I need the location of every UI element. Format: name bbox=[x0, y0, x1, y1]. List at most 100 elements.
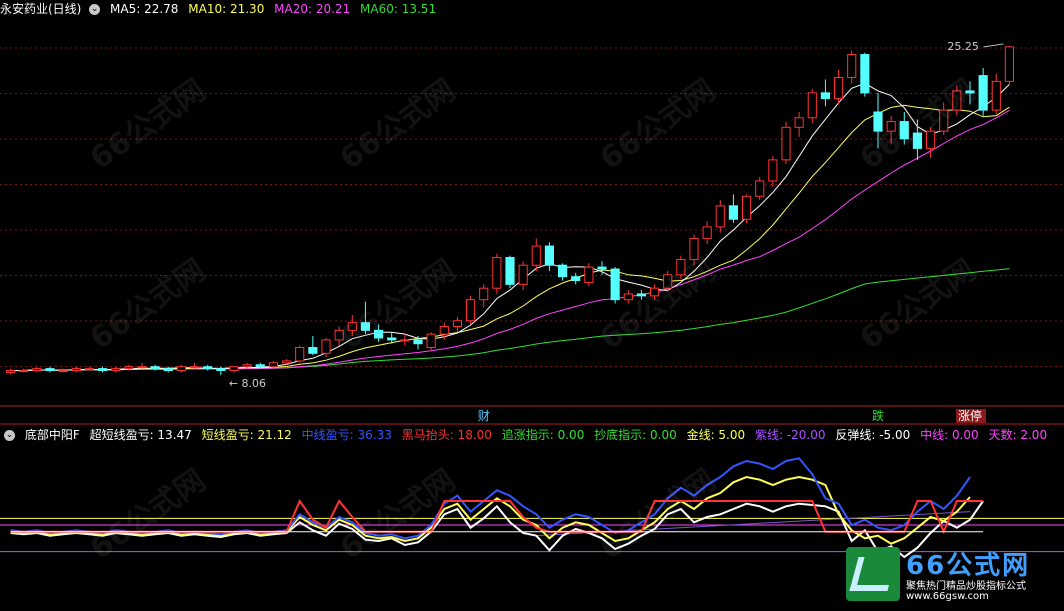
candle-body bbox=[781, 126, 791, 161]
candle bbox=[518, 261, 528, 291]
candle-body bbox=[19, 370, 29, 373]
candle bbox=[505, 255, 515, 289]
candle-body bbox=[84, 368, 95, 371]
candle bbox=[794, 112, 804, 137]
candle-body bbox=[689, 237, 699, 260]
candle bbox=[728, 194, 739, 224]
candle bbox=[203, 364, 213, 371]
candle bbox=[991, 73, 1001, 114]
chevron-down-icon[interactable]: ⌄ bbox=[4, 430, 15, 441]
candle-body bbox=[176, 366, 187, 372]
candle bbox=[531, 238, 541, 271]
candle bbox=[150, 364, 160, 371]
candle-body bbox=[71, 368, 81, 372]
candlesticks bbox=[5, 45, 1015, 376]
candle bbox=[492, 253, 502, 294]
candle-body bbox=[295, 347, 305, 362]
candle-body bbox=[5, 370, 16, 373]
candle-body bbox=[768, 159, 778, 182]
candle bbox=[308, 336, 318, 356]
ind-item-1: 短线盈亏: 21.12 bbox=[201, 428, 292, 442]
candle-body bbox=[400, 339, 410, 342]
candle bbox=[676, 255, 686, 279]
candle-body bbox=[439, 325, 449, 335]
ind-item-7: 紫线: -20.00 bbox=[754, 428, 826, 442]
candle-body bbox=[492, 257, 502, 289]
candle bbox=[571, 272, 581, 285]
candle-body bbox=[137, 366, 147, 369]
candle-body bbox=[952, 90, 962, 111]
site-logo: 66公式网 聚焦热门精品炒股指标公式 www.66gsw.com bbox=[846, 543, 1058, 605]
ind-item-0: 超短线盈亏: 13.47 bbox=[89, 428, 192, 442]
candle-body bbox=[584, 266, 594, 283]
candle bbox=[689, 234, 699, 266]
logo-url: www.66gsw.com bbox=[906, 591, 989, 602]
candle bbox=[715, 200, 725, 233]
candle-body bbox=[413, 339, 423, 345]
candle bbox=[807, 89, 817, 124]
logo-subtitle: 聚焦热门精品炒股指标公式 bbox=[906, 581, 1026, 592]
candle bbox=[400, 334, 410, 346]
candle bbox=[939, 102, 949, 135]
candle bbox=[702, 221, 712, 245]
candle-body bbox=[360, 322, 371, 331]
ma10-label: MA10: 21.30 bbox=[188, 2, 265, 16]
indicator-header: ⌄ 底部中阳F 超短线盈亏: 13.47 短线盈亏: 21.12 中线盈亏: 3… bbox=[2, 427, 1053, 443]
candle-body bbox=[387, 337, 397, 341]
candle bbox=[32, 366, 42, 373]
ind-item-3: 黑马抬头: 18.00 bbox=[401, 428, 492, 442]
candle-body bbox=[636, 293, 647, 297]
candle-body bbox=[58, 370, 68, 373]
ma5-line bbox=[10, 82, 1010, 371]
ind-item-4: 追涨指示: 0.00 bbox=[501, 428, 585, 442]
candle-body bbox=[597, 266, 607, 270]
candle bbox=[360, 301, 371, 335]
chevron-down-icon[interactable]: ⌄ bbox=[89, 4, 101, 15]
candle-body bbox=[610, 268, 620, 301]
candle-body bbox=[544, 245, 555, 266]
candle-body bbox=[150, 366, 160, 370]
candle bbox=[479, 284, 489, 308]
candle bbox=[741, 194, 752, 224]
marker-die: 跌 bbox=[872, 408, 884, 423]
candle bbox=[978, 67, 988, 116]
candle bbox=[781, 121, 791, 164]
candle-body bbox=[189, 366, 200, 369]
candle-body bbox=[676, 258, 686, 276]
candle bbox=[965, 81, 975, 105]
candle bbox=[373, 324, 384, 342]
candle-body bbox=[111, 368, 121, 372]
candle bbox=[84, 366, 95, 371]
chart-canvas: 25.25 ← 8.06 财 跌 涨停 bbox=[0, 40, 1064, 559]
candle-body bbox=[978, 75, 988, 111]
candle bbox=[755, 177, 765, 201]
ma20-label: MA20: 20.21 bbox=[274, 2, 351, 16]
candle-body bbox=[886, 121, 896, 132]
candle bbox=[584, 263, 594, 287]
candle bbox=[820, 79, 831, 107]
candle bbox=[19, 368, 29, 373]
candle-body bbox=[268, 362, 279, 368]
candle-body bbox=[939, 109, 949, 132]
candle-body bbox=[649, 287, 660, 297]
candle-body bbox=[229, 366, 239, 372]
candle-body bbox=[899, 121, 909, 140]
candle bbox=[111, 366, 121, 373]
candle-body bbox=[860, 54, 870, 94]
ind-item-8: 反弹线: -5.00 bbox=[835, 428, 911, 442]
candle bbox=[334, 326, 344, 346]
candle-body bbox=[518, 264, 528, 285]
candle bbox=[636, 290, 647, 300]
candle-body bbox=[755, 180, 765, 197]
candle-body bbox=[833, 77, 844, 100]
candle-body bbox=[163, 368, 173, 372]
candle bbox=[97, 366, 108, 373]
stock-name: 永安药业(日线) bbox=[0, 2, 82, 16]
candle-body bbox=[571, 276, 581, 282]
candle bbox=[347, 314, 357, 337]
candle bbox=[71, 366, 81, 373]
candle-body bbox=[242, 364, 252, 368]
series-短线盈亏 bbox=[10, 475, 971, 545]
candle bbox=[847, 50, 857, 84]
candle-body bbox=[203, 366, 213, 370]
